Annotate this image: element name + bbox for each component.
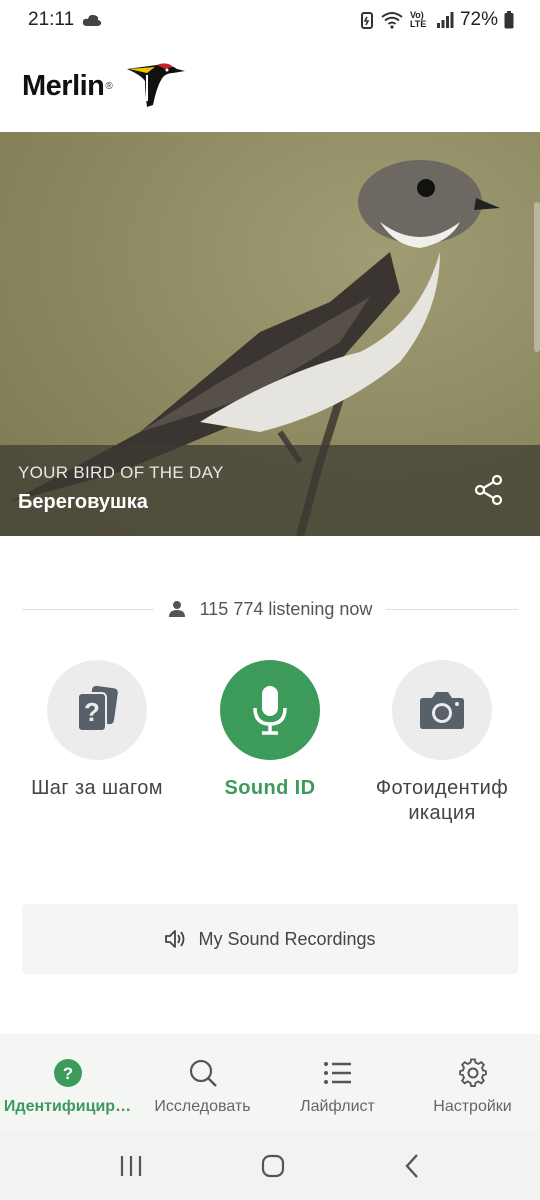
logo-text: Merlin bbox=[22, 69, 105, 102]
list-icon bbox=[323, 1058, 353, 1088]
nav-explore[interactable]: Исследовать bbox=[135, 1034, 270, 1132]
woodpecker-logo-icon bbox=[117, 61, 185, 111]
share-button[interactable] bbox=[472, 473, 506, 507]
nav-lifelist[interactable]: Лайфлист bbox=[270, 1034, 405, 1132]
share-icon bbox=[474, 474, 503, 506]
signal-icon bbox=[436, 12, 454, 28]
listening-now: 115 774 listening now bbox=[154, 599, 387, 620]
battery-percent: 72% bbox=[459, 9, 498, 30]
status-bar: 21:11 Vo) LTE 72% bbox=[0, 0, 540, 40]
sound-id-circle[interactable] bbox=[220, 660, 320, 760]
question-cards-icon: ? bbox=[77, 685, 118, 732]
bird-of-the-day-eyebrow: YOUR BIRD OF THE DAY bbox=[18, 463, 224, 482]
divider bbox=[386, 608, 519, 610]
merlin-logo: Merlin ® bbox=[22, 61, 185, 111]
nav-explore-label: Исследовать bbox=[154, 1098, 251, 1115]
search-icon bbox=[188, 1058, 218, 1088]
svg-text:?: ? bbox=[62, 1064, 72, 1083]
listening-now-text: 115 774 listening now bbox=[199, 598, 373, 619]
back-icon bbox=[405, 1154, 418, 1178]
microphone-icon bbox=[253, 686, 287, 735]
id-methods: ? Шаг за шагом Sound ID Фотоидентиф икац… bbox=[0, 660, 540, 840]
battery-saver-icon bbox=[360, 11, 374, 29]
cloud-icon bbox=[82, 13, 102, 27]
status-left: 21:11 bbox=[28, 9, 102, 31]
step-by-step-label: Шаг за шагом bbox=[31, 777, 163, 799]
sound-id-label: Sound ID bbox=[224, 777, 316, 799]
system-nav-bar bbox=[0, 1132, 540, 1200]
battery-icon bbox=[504, 11, 514, 29]
gear-icon bbox=[458, 1058, 488, 1088]
my-sound-recordings-button[interactable]: My Sound Recordings bbox=[22, 904, 518, 974]
my-sound-recordings-label: My Sound Recordings bbox=[198, 928, 376, 949]
nav-lifelist-label: Лайфлист bbox=[300, 1098, 375, 1115]
listening-now-row: 115 774 listening now bbox=[22, 596, 519, 622]
bird-of-the-day-name: Береговушка bbox=[18, 491, 148, 513]
status-time: 21:11 bbox=[28, 9, 75, 30]
divider bbox=[22, 608, 154, 610]
nav-settings[interactable]: Настройки bbox=[405, 1034, 540, 1132]
back-button[interactable] bbox=[402, 1153, 422, 1179]
help-circle-icon: ? bbox=[53, 1058, 83, 1088]
step-by-step-button[interactable]: ? Шаг за шагом bbox=[12, 660, 182, 801]
network-label: Vo) LTE bbox=[409, 10, 427, 29]
app-header: Merlin ® bbox=[0, 40, 540, 132]
sound-id-button[interactable]: Sound ID bbox=[185, 660, 355, 801]
person-icon bbox=[168, 600, 186, 618]
svg-text:?: ? bbox=[84, 697, 100, 727]
photo-id-circle[interactable] bbox=[392, 660, 492, 760]
camera-icon bbox=[420, 692, 464, 729]
bird-of-the-day-card[interactable]: YOUR BIRD OF THE DAY Береговушка bbox=[0, 132, 540, 536]
wifi-icon bbox=[380, 11, 404, 29]
speaker-icon bbox=[165, 930, 185, 948]
home-icon bbox=[261, 1154, 285, 1178]
status-right: Vo) LTE 72% bbox=[360, 9, 514, 31]
bird-of-the-day-caption: YOUR BIRD OF THE DAY Береговушка bbox=[0, 445, 540, 536]
nav-settings-label: Настройки bbox=[433, 1098, 512, 1115]
photo-id-button[interactable]: Фотоидентиф икация bbox=[357, 660, 527, 826]
nav-identify-label: Идентифицир… bbox=[3, 1098, 132, 1115]
home-button[interactable] bbox=[260, 1153, 286, 1179]
recent-apps-icon bbox=[120, 1156, 142, 1176]
recent-apps-button[interactable] bbox=[118, 1154, 144, 1178]
logo-registered-mark: ® bbox=[105, 80, 113, 92]
nav-identify[interactable]: ? Идентифицир… bbox=[0, 1034, 135, 1132]
bottom-nav: ? Идентифицир… Исследовать Лайфлист Наст… bbox=[0, 1034, 540, 1132]
step-by-step-circle[interactable]: ? bbox=[47, 660, 147, 760]
photo-id-label: Фотоидентиф икация bbox=[375, 777, 509, 824]
